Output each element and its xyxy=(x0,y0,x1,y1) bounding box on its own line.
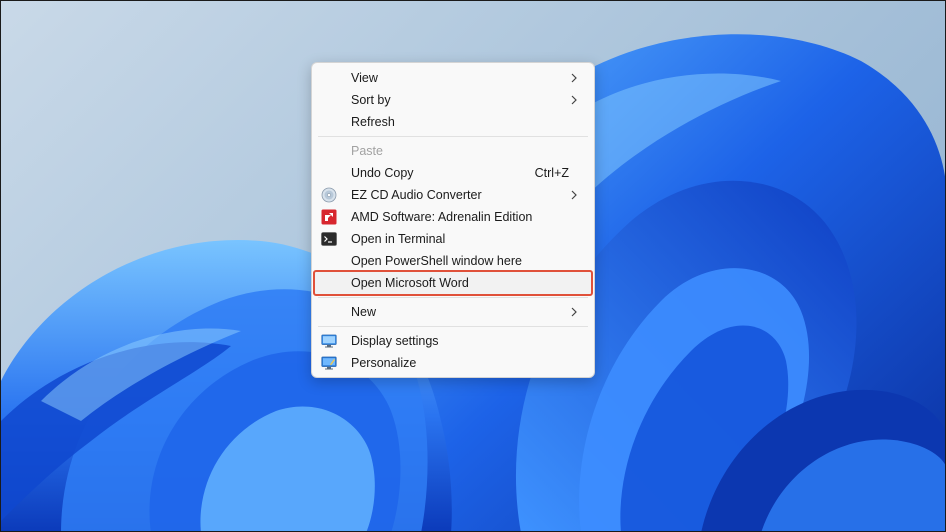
menu-separator xyxy=(318,297,588,298)
menu-item-label: AMD Software: Adrenalin Edition xyxy=(351,210,533,224)
menu-item-shortcut: Ctrl+Z xyxy=(534,166,569,180)
amd-icon xyxy=(321,209,337,225)
menu-item-amd-software[interactable]: AMD Software: Adrenalin Edition xyxy=(315,206,591,228)
chevron-right-icon xyxy=(571,190,577,200)
menu-item-open-powershell[interactable]: Open PowerShell window here xyxy=(315,250,591,272)
menu-item-undo-copy[interactable]: Undo Copy Ctrl+Z xyxy=(315,162,591,184)
menu-item-open-microsoft-word[interactable]: Open Microsoft Word xyxy=(313,270,593,296)
menu-item-label: Open Microsoft Word xyxy=(351,276,469,290)
menu-item-label: Sort by xyxy=(351,93,391,107)
menu-item-sort-by[interactable]: Sort by xyxy=(315,89,591,111)
menu-item-personalize[interactable]: Personalize xyxy=(315,352,591,374)
menu-item-label: Undo Copy xyxy=(351,166,414,180)
menu-item-refresh[interactable]: Refresh xyxy=(315,111,591,133)
menu-item-label: EZ CD Audio Converter xyxy=(351,188,482,202)
chevron-right-icon xyxy=(571,307,577,317)
menu-item-label: New xyxy=(351,305,377,319)
personalize-icon xyxy=(321,356,337,370)
display-icon xyxy=(321,334,337,348)
menu-item-label: Paste xyxy=(351,144,383,158)
chevron-right-icon xyxy=(571,73,577,83)
menu-item-label: Refresh xyxy=(351,115,395,129)
menu-item-open-in-terminal[interactable]: Open in Terminal xyxy=(315,228,591,250)
chevron-right-icon xyxy=(571,95,577,105)
menu-item-label: Open PowerShell window here xyxy=(351,254,522,268)
desktop-context-menu: View Sort by Refresh Paste Undo Copy Ctr… xyxy=(311,62,595,378)
menu-item-label: View xyxy=(351,71,378,85)
menu-item-new[interactable]: New xyxy=(315,301,591,323)
menu-item-ez-cd-audio-converter[interactable]: EZ CD Audio Converter xyxy=(315,184,591,206)
cd-icon xyxy=(321,187,337,203)
menu-item-label: Open in Terminal xyxy=(351,232,446,246)
menu-item-paste: Paste xyxy=(315,140,591,162)
terminal-icon xyxy=(321,232,337,246)
menu-item-label: Personalize xyxy=(351,356,417,370)
desktop[interactable]: View Sort by Refresh Paste Undo Copy Ctr… xyxy=(0,0,946,532)
menu-separator xyxy=(318,136,588,137)
menu-item-label: Display settings xyxy=(351,334,439,348)
menu-item-view[interactable]: View xyxy=(315,67,591,89)
menu-separator xyxy=(318,326,588,327)
menu-item-display-settings[interactable]: Display settings xyxy=(315,330,591,352)
